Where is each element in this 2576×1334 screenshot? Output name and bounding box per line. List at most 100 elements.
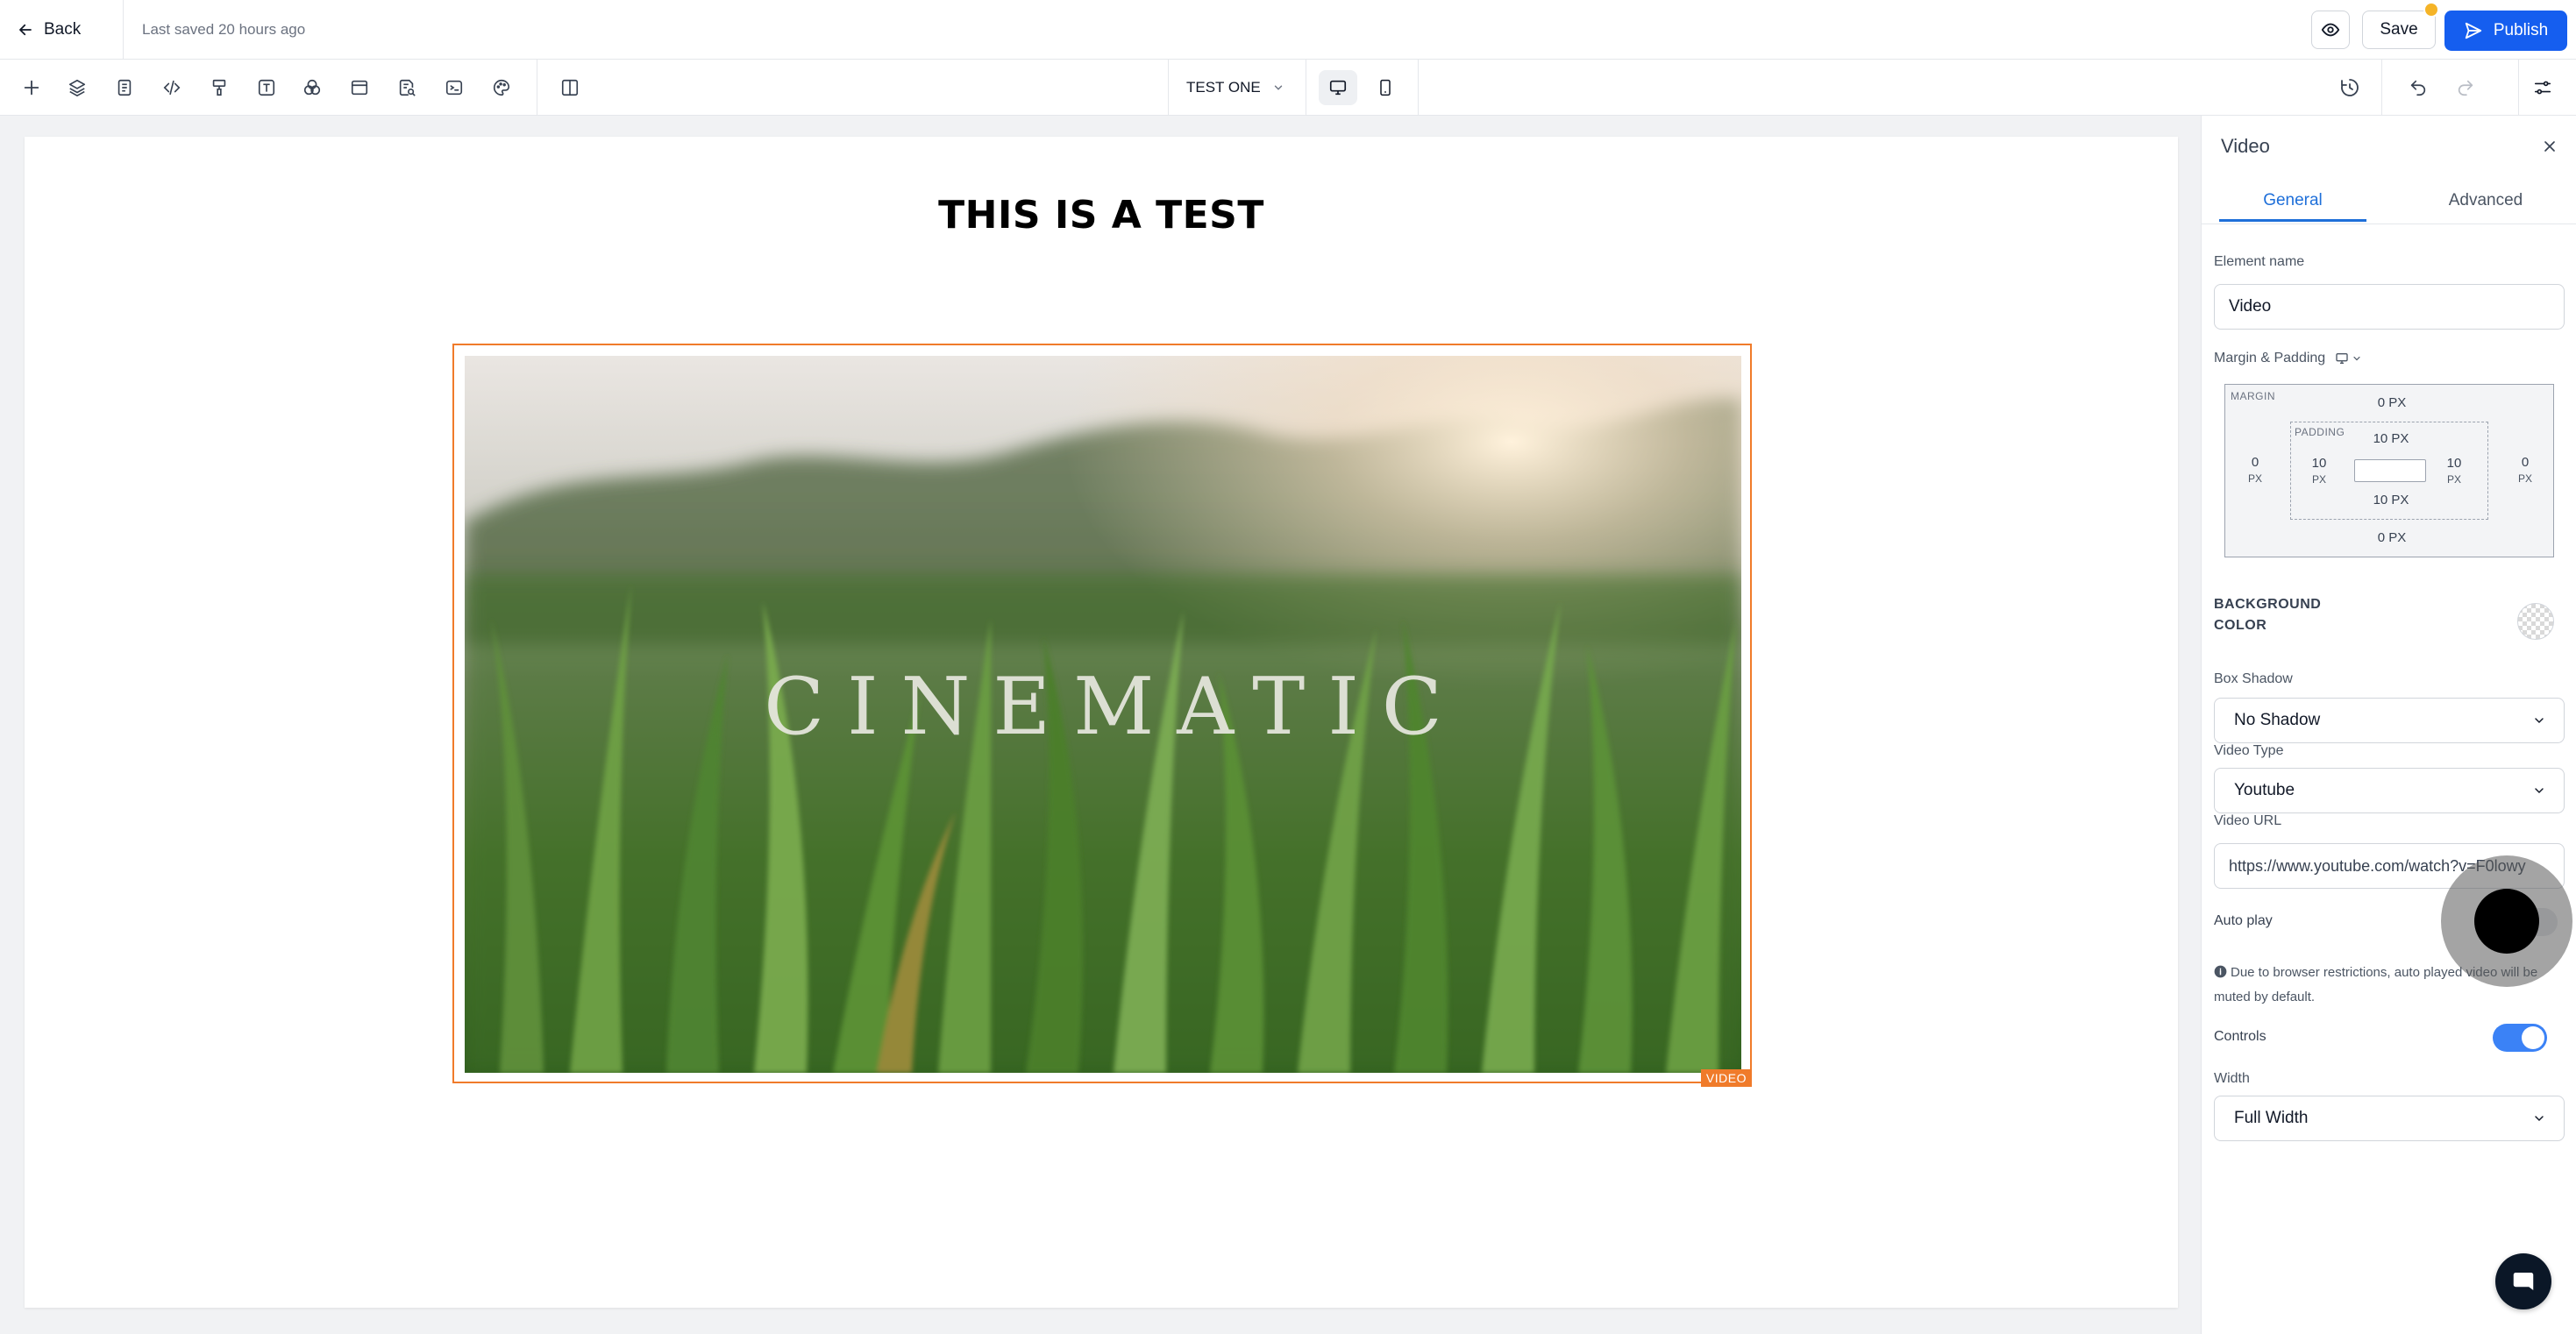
redo-button[interactable] xyxy=(2450,72,2481,103)
controls-label: Controls xyxy=(2214,1029,2266,1044)
margin-top-value[interactable]: 0 PX xyxy=(2357,395,2427,411)
pages-button[interactable] xyxy=(109,72,140,103)
video-type-select[interactable]: Youtube xyxy=(2214,768,2565,813)
undo-icon xyxy=(2409,78,2428,97)
panel-tabs: General Advanced xyxy=(2202,177,2576,224)
history-icon xyxy=(2339,77,2360,98)
styles-button[interactable] xyxy=(203,72,235,103)
split-view-icon xyxy=(560,78,580,97)
margin-padding-header: Margin & Padding xyxy=(2214,351,2362,366)
save-button[interactable]: Save xyxy=(2362,11,2436,49)
device-switcher xyxy=(1306,60,1419,116)
history-button[interactable] xyxy=(2334,72,2366,103)
seo-button[interactable] xyxy=(391,72,423,103)
close-panel-button[interactable] xyxy=(2537,133,2563,160)
background-color-label-line1: BACKGROUND xyxy=(2214,597,2322,612)
mobile-view-button[interactable] xyxy=(1366,70,1405,105)
box-shadow-value: No Shadow xyxy=(2234,711,2321,729)
send-icon xyxy=(2464,21,2483,40)
tab-advanced[interactable]: Advanced xyxy=(2412,177,2559,224)
code-icon xyxy=(161,78,182,97)
controls-toggle[interactable] xyxy=(2493,1024,2547,1052)
panel-title: Video xyxy=(2221,135,2270,157)
layers-button[interactable] xyxy=(61,72,93,103)
element-name-input[interactable]: Video xyxy=(2214,284,2565,330)
toolbar-divider xyxy=(2381,60,2382,116)
code-button[interactable] xyxy=(156,72,188,103)
arrow-left-icon xyxy=(18,22,33,38)
redo-icon xyxy=(2456,78,2475,97)
colors-button[interactable] xyxy=(296,72,328,103)
margin-left-value[interactable]: 0 PX xyxy=(2238,455,2273,486)
video-player[interactable]: CINEMATIC xyxy=(465,356,1741,1073)
section-icon xyxy=(350,78,369,97)
add-icon xyxy=(22,78,41,97)
pages-icon xyxy=(115,78,134,97)
margin-left-unit: PX xyxy=(2247,472,2262,485)
margin-padding-label: Margin & Padding xyxy=(2214,351,2326,365)
tab-general[interactable]: General xyxy=(2219,177,2366,224)
margin-right-value[interactable]: 0 PX xyxy=(2508,455,2543,486)
element-type-tag: VIDEO xyxy=(1700,1069,1752,1087)
top-header: Back Last saved 20 hours ago Save Publis… xyxy=(0,0,2576,60)
close-icon xyxy=(2541,138,2558,155)
desktop-icon xyxy=(2334,351,2350,365)
padding-top-value[interactable]: 10 PX xyxy=(2356,431,2426,447)
padding-right-value[interactable]: 10 PX xyxy=(2437,456,2472,487)
padding-bottom-value[interactable]: 10 PX xyxy=(2356,493,2426,508)
text-button[interactable] xyxy=(251,72,282,103)
theme-button[interactable] xyxy=(486,72,517,103)
desktop-icon xyxy=(1327,78,1348,97)
terminal-icon xyxy=(445,78,464,97)
cursor-dot xyxy=(2474,889,2539,954)
margin-left-number: 0 xyxy=(2251,455,2259,470)
padding-right-unit: PX xyxy=(2446,473,2461,486)
back-label: Back xyxy=(44,20,82,39)
custom-js-button[interactable] xyxy=(438,72,470,103)
margin-label: MARGIN xyxy=(2231,390,2275,402)
chevron-down-icon xyxy=(2532,713,2546,727)
margin-bottom-value[interactable]: 0 PX xyxy=(2357,530,2427,546)
chat-bubble-icon xyxy=(2510,1268,2537,1295)
video-element[interactable]: CINEMATIC VIDEO xyxy=(452,344,1752,1087)
page-name: TEST ONE xyxy=(1186,79,1261,96)
responsive-device-toggle[interactable] xyxy=(2334,351,2362,365)
notification-dot xyxy=(2423,2,2439,18)
split-view-button[interactable] xyxy=(554,72,586,103)
desktop-view-button[interactable] xyxy=(1319,70,1357,105)
page-heading[interactable]: THIS IS A TEST xyxy=(25,193,2178,238)
padding-label: PADDING xyxy=(2295,426,2345,438)
layers-icon xyxy=(68,78,87,97)
panel-settings-button[interactable] xyxy=(2527,72,2558,103)
add-element-button[interactable] xyxy=(16,72,47,103)
back-button[interactable]: Back xyxy=(18,16,81,44)
chevron-down-icon xyxy=(2352,353,2362,364)
page-selector[interactable]: TEST ONE xyxy=(1168,60,1306,116)
settings-sliders-icon xyxy=(2532,78,2553,97)
chat-support-button[interactable] xyxy=(2495,1253,2551,1309)
box-shadow-label: Box Shadow xyxy=(2214,671,2293,686)
chevron-down-icon xyxy=(2532,1111,2546,1125)
box-shadow-select[interactable]: No Shadow xyxy=(2214,698,2565,743)
background-color-label: BACKGROUND COLOR xyxy=(2214,594,2321,636)
info-icon xyxy=(2214,965,2227,978)
eye-icon xyxy=(2321,20,2340,39)
last-saved-status: Last saved 20 hours ago xyxy=(142,21,306,38)
toggle-knob xyxy=(2522,1026,2544,1049)
publish-button[interactable]: Publish xyxy=(2444,11,2567,51)
padding-left-value[interactable]: 10 PX xyxy=(2302,456,2337,487)
video-type-value: Youtube xyxy=(2234,781,2295,799)
sections-button[interactable] xyxy=(344,72,375,103)
padding-right-number: 10 xyxy=(2446,456,2462,471)
chevron-down-icon xyxy=(1272,82,1284,94)
margin-box: MARGIN 0 PX 0 PX 0 PX 0 PX PADDING 10 PX 1… xyxy=(2224,384,2554,557)
paint-roller-icon xyxy=(210,78,229,97)
background-color-swatch[interactable] xyxy=(2517,603,2554,640)
preview-button[interactable] xyxy=(2311,11,2350,49)
undo-button[interactable] xyxy=(2402,72,2434,103)
mobile-icon xyxy=(1377,78,1394,97)
header-divider xyxy=(123,0,124,60)
width-select[interactable]: Full Width xyxy=(2214,1096,2565,1141)
width-label: Width xyxy=(2214,1071,2250,1086)
page-canvas: THIS IS A TEST CINEMATIC VIDEO xyxy=(25,137,2178,1308)
